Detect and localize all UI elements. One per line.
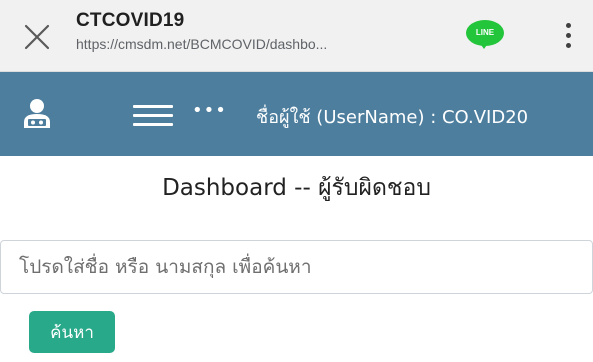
browser-toolbar: CTCOVID19 https://cmsdm.net/BCMCOVID/das… <box>0 0 593 72</box>
search-button[interactable]: ค้นหา <box>29 311 115 353</box>
kebab-menu-icon[interactable] <box>558 20 578 52</box>
page: CTCOVID19 https://cmsdm.net/BCMCOVID/das… <box>0 0 593 362</box>
browser-page-title: CTCOVID19 <box>76 10 185 31</box>
app-navbar: ••• ชื่อผู้ใช้ (UserName) : CO.VID20 <box>0 72 593 156</box>
user-icon[interactable] <box>22 98 52 130</box>
hamburger-menu-icon[interactable] <box>133 105 173 127</box>
line-app-icon[interactable]: LINE <box>466 20 504 50</box>
browser-url[interactable]: https://cmsdm.net/BCMCOVID/dashbo... <box>76 36 456 52</box>
search-input[interactable] <box>0 240 593 294</box>
close-icon[interactable] <box>22 22 52 52</box>
page-title: Dashboard -- ผู้รับผิดชอบ <box>162 175 431 201</box>
more-options-button[interactable]: ••• <box>192 100 227 121</box>
line-bubble-tail <box>479 42 489 49</box>
username-label: ชื่อผู้ใช้ (UserName) : CO.VID20 <box>256 107 529 128</box>
